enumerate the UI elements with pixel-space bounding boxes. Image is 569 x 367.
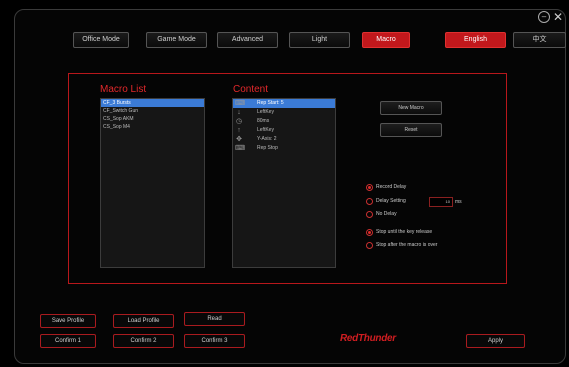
move-icon: ✥ [236, 136, 242, 143]
macro-list-title: Macro List [100, 84, 147, 95]
apply-button[interactable]: Apply [466, 334, 525, 348]
save-profile-button[interactable]: Save Profile [40, 314, 96, 328]
list-item[interactable]: CF_Switch Gun [101, 107, 204, 115]
content-row[interactable]: ◷ 80ms [233, 117, 335, 126]
confirm-1-button[interactable]: Confirm 1 [40, 334, 96, 348]
record-delay-label: Record Delay [376, 184, 407, 190]
delay-setting-radio[interactable] [366, 198, 373, 205]
delay-setting-label: Delay Setting [376, 198, 406, 204]
content-row-label: 80ms [257, 118, 270, 124]
arrow-down-icon: ↓ [237, 109, 241, 116]
content-title: Content [233, 84, 269, 95]
minimize-icon[interactable]: – [538, 11, 550, 23]
close-icon[interactable]: ✕ [553, 11, 563, 23]
arrow-up-icon: ↑ [237, 127, 241, 134]
content-row-label: Y-Axis: 2 [257, 136, 277, 142]
brand-logo: RedThunder [340, 333, 396, 344]
delay-ms-input[interactable]: 10 [429, 197, 453, 207]
content-row[interactable]: ↓ LeftKey [233, 108, 335, 117]
record-delay-radio[interactable] [366, 184, 373, 191]
macro-list[interactable]: CF_3 Bursts CF_Switch Gun CS_Sop AKM CS_… [100, 98, 205, 268]
stop-on-release-radio[interactable] [366, 229, 373, 236]
confirm-3-button[interactable]: Confirm 3 [184, 334, 245, 348]
confirm-2-button[interactable]: Confirm 2 [113, 334, 174, 348]
delay-unit-label: ms [455, 199, 462, 205]
no-delay-radio[interactable] [366, 211, 373, 218]
content-row-label: LeftKey [257, 127, 274, 133]
content-row-label: Rep Stop [257, 145, 278, 151]
stop-on-release-label: Stop until the key release [376, 229, 433, 235]
stop-after-macro-radio[interactable] [366, 242, 373, 249]
clock-icon: ◷ [235, 118, 243, 125]
keyboard-icon: ⌨ [235, 100, 246, 107]
content-row[interactable]: ⌨ Rep Stop [233, 144, 335, 153]
content-list[interactable]: ⌨ Rep Start: 5 ↓ LeftKey ◷ 80ms ↑ LeftKe… [232, 98, 336, 268]
list-item[interactable]: CS_Sop M4 [101, 123, 204, 131]
tab-advanced[interactable]: Advanced [217, 32, 278, 48]
read-button[interactable]: Read [184, 312, 245, 326]
list-item[interactable]: CS_Sop AKM [101, 115, 204, 123]
tab-game-mode[interactable]: Game Mode [146, 32, 207, 48]
tab-macro[interactable]: Macro [362, 32, 410, 48]
content-row[interactable]: ⌨ Rep Start: 5 [233, 99, 335, 108]
content-row[interactable]: ✥ Y-Axis: 2 [233, 135, 335, 144]
language-chinese-button[interactable]: 中文 [513, 32, 566, 48]
keyboard-icon: ⌨ [235, 145, 246, 152]
new-macro-button[interactable]: New Macro [380, 101, 442, 115]
tab-light[interactable]: Light [289, 32, 350, 48]
content-row[interactable]: ↑ LeftKey [233, 126, 335, 135]
list-item[interactable]: CF_3 Bursts [101, 99, 204, 107]
load-profile-button[interactable]: Load Profile [113, 314, 174, 328]
no-delay-label: No Delay [376, 211, 397, 217]
tab-office-mode[interactable]: Office Mode [73, 32, 129, 48]
stop-after-macro-label: Stop after the macro is over [376, 242, 438, 248]
content-row-label: Rep Start: 5 [257, 100, 284, 106]
reset-button[interactable]: Reset [380, 123, 442, 137]
language-english-button[interactable]: English [445, 32, 506, 48]
content-row-label: LeftKey [257, 109, 274, 115]
